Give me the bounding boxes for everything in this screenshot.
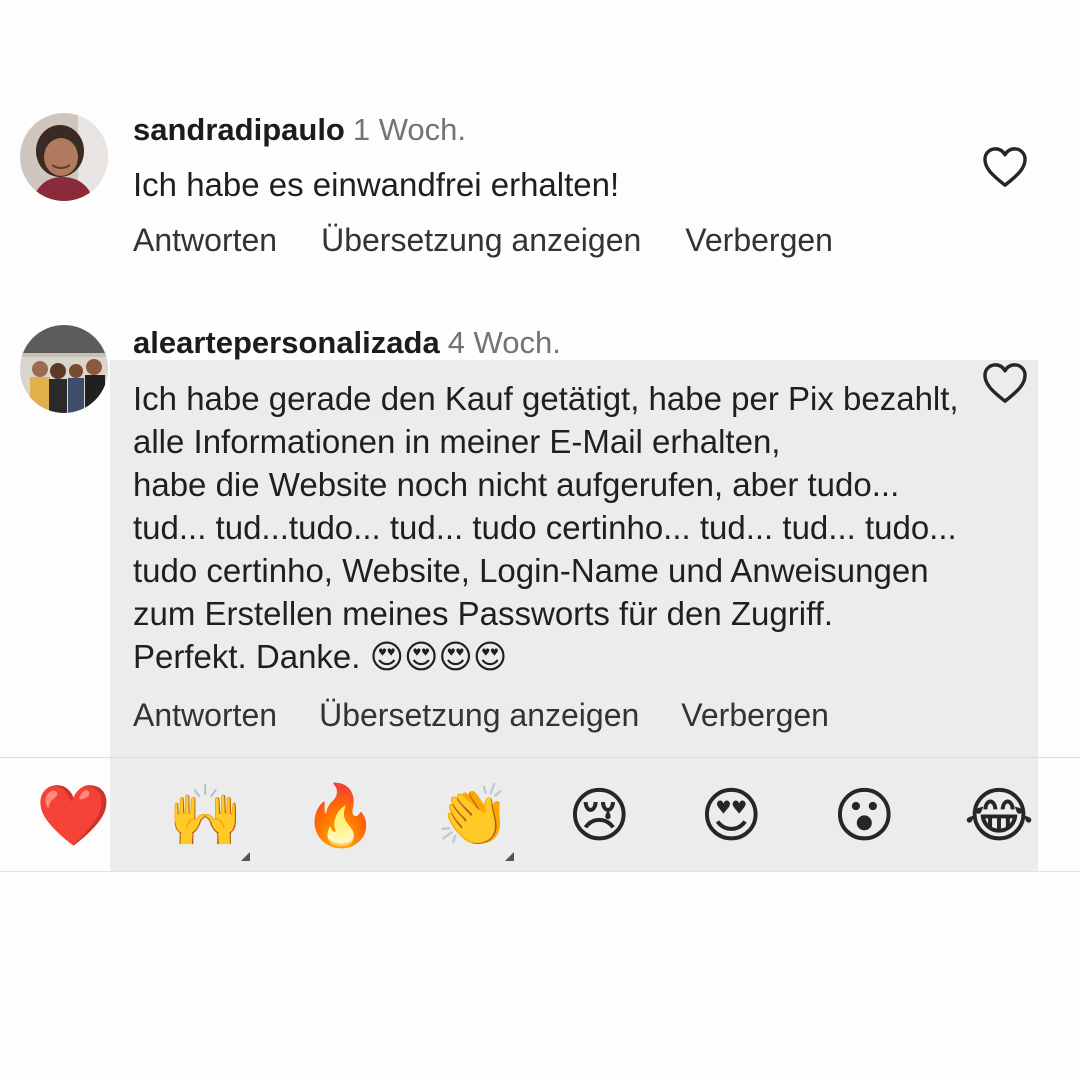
more-options-indicator bbox=[241, 852, 250, 861]
comment-text: Ich habe es einwandfrei erhalten! bbox=[133, 166, 620, 203]
comment-meta: aleartepersonalizada 4 Woch. bbox=[133, 325, 561, 361]
heart-outline-icon[interactable] bbox=[982, 146, 1028, 188]
crying-face-reaction-icon[interactable]: 😢 bbox=[568, 783, 631, 849]
heart-outline-icon[interactable] bbox=[982, 362, 1028, 404]
hide-button[interactable]: Verbergen bbox=[685, 222, 833, 258]
timestamp: 4 Woch. bbox=[447, 325, 561, 360]
avatar[interactable] bbox=[20, 325, 108, 413]
username[interactable]: sandradipaulo bbox=[133, 112, 345, 147]
translate-button[interactable]: Übersetzung anzeigen bbox=[319, 697, 639, 733]
divider bbox=[0, 871, 1080, 872]
reply-button[interactable]: Antworten bbox=[133, 697, 277, 733]
more-options-indicator bbox=[505, 852, 514, 861]
quick-reaction-bar: ❤️ 🙌 🔥 👏 😢 😍 😮 😂 bbox=[0, 758, 1080, 870]
comment-text: Ich habe gerade den Kauf getätigt, habe … bbox=[133, 380, 959, 675]
translate-button[interactable]: Übersetzung anzeigen bbox=[321, 222, 641, 258]
comment-actions: Antworten Übersetzung anzeigen Verbergen bbox=[133, 222, 833, 258]
timestamp: 1 Woch. bbox=[352, 112, 467, 147]
surprised-face-reaction-icon[interactable]: 😮 bbox=[833, 783, 896, 849]
tears-of-joy-reaction-icon[interactable]: 😂 bbox=[964, 783, 1034, 849]
comment-actions: Antworten Übersetzung anzeigen Verbergen bbox=[133, 697, 829, 733]
username[interactable]: aleartepersonalizada bbox=[133, 325, 440, 360]
heart-eyes-reaction-icon[interactable]: 😍 bbox=[700, 783, 763, 849]
hide-button[interactable]: Verbergen bbox=[681, 697, 829, 733]
red-heart-reaction-icon[interactable]: ❤️ bbox=[36, 783, 111, 849]
raising-hands-reaction-icon[interactable]: 🙌 bbox=[168, 783, 243, 849]
fire-reaction-icon[interactable]: 🔥 bbox=[303, 783, 378, 849]
clapping-hands-reaction-icon[interactable]: 👏 bbox=[436, 783, 511, 849]
avatar[interactable] bbox=[20, 113, 108, 201]
comment-meta: sandradipaulo 1 Woch. bbox=[133, 112, 466, 148]
reply-button[interactable]: Antworten bbox=[133, 222, 277, 258]
